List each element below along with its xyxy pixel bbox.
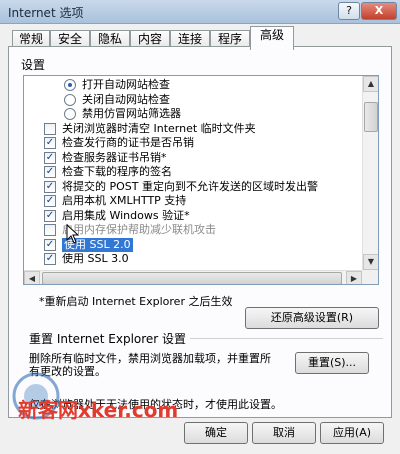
scroll-right-icon[interactable]: ▶ xyxy=(346,271,362,284)
scroll-up-icon[interactable]: ▲ xyxy=(363,76,378,92)
settings-item[interactable]: 禁用仿冒网站筛选器 xyxy=(24,107,362,121)
scroll-down-icon[interactable]: ▼ xyxy=(363,254,378,270)
horizontal-scrollbar[interactable]: ◀ ▶ xyxy=(24,270,362,284)
horizontal-scroll-thumb[interactable] xyxy=(42,272,342,284)
checkbox-checked-icon[interactable]: ✓ xyxy=(44,151,56,164)
checkbox-checked-icon[interactable]: ✓ xyxy=(44,209,56,222)
settings-item-label: 检查服务器证书吊销* xyxy=(62,150,167,164)
settings-item[interactable]: ✓ 使用 SSL 3.0 xyxy=(24,252,362,266)
restore-advanced-settings-button[interactable]: 还原高级设置(R) xyxy=(245,307,379,329)
settings-item[interactable]: ✓ 启用集成 Windows 验证* xyxy=(24,209,362,223)
tab-advanced[interactable]: 高级 xyxy=(250,26,294,50)
help-button[interactable]: ? xyxy=(338,2,360,20)
settings-item[interactable]: ✓ 检查发行商的证书是否吊销 xyxy=(24,136,362,150)
settings-item-label: 打开自动网站检查 xyxy=(82,78,170,91)
title-bar[interactable]: Internet 选项 ? X xyxy=(0,0,400,24)
settings-item[interactable]: ✓ 将提交的 POST 重定向到不允许发送的区域时发出警 xyxy=(24,180,362,194)
settings-item[interactable]: 关闭自动网站检查 xyxy=(24,93,362,107)
mouse-cursor-icon xyxy=(66,224,80,244)
watermark-text: 新客网xker.com xyxy=(18,398,179,422)
settings-item-label: 将提交的 POST 重定向到不允许发送的区域时发出警 xyxy=(62,179,318,193)
apply-button[interactable]: 应用(A) xyxy=(320,422,384,444)
window-title: Internet 选项 xyxy=(8,6,84,20)
cancel-button[interactable]: 取消 xyxy=(252,422,316,444)
settings-listbox[interactable]: 打开自动网站检查 关闭自动网站检查 禁用仿冒网站筛选器 关闭浏览器时清空 Intern… xyxy=(23,75,379,285)
settings-item-label: 启用集成 Windows 验证* xyxy=(62,208,190,222)
checkbox-checked-icon[interactable]: ✓ xyxy=(44,137,56,149)
settings-item-label: 禁用仿冒网站筛选器 xyxy=(82,107,181,120)
settings-item[interactable]: ✓ 启用本机 XMLHTTP 支持 xyxy=(24,194,362,208)
radio-icon[interactable] xyxy=(64,108,76,120)
settings-item-label: 使用 SSL 3.0 xyxy=(62,252,129,265)
settings-group-label: 设置 xyxy=(21,58,46,72)
checkbox-icon[interactable] xyxy=(44,224,56,236)
settings-item-label: 启用内存保护帮助减少联机攻击 xyxy=(62,223,216,236)
settings-item-label: 关闭自动网站检查 xyxy=(82,92,170,106)
checkbox-checked-icon[interactable]: ✓ xyxy=(44,253,56,265)
radio-selected-icon[interactable] xyxy=(64,79,76,91)
vertical-scrollbar[interactable]: ▲ ▼ xyxy=(362,76,378,270)
checkbox-checked-icon[interactable]: ✓ xyxy=(44,238,56,251)
settings-item[interactable]: ✓ 检查下载的程序的签名 xyxy=(24,165,362,179)
scroll-left-icon[interactable]: ◀ xyxy=(24,271,40,284)
close-button[interactable]: X xyxy=(361,2,397,20)
restart-note: *重新启动 Internet Explorer 之后生效 xyxy=(39,295,233,308)
scrollbar-corner xyxy=(362,270,378,284)
vertical-scroll-thumb[interactable] xyxy=(364,102,378,132)
settings-item-label: 关闭浏览器时清空 Internet 临时文件夹 xyxy=(62,121,256,135)
settings-item[interactable]: ✓ 检查服务器证书吊销* xyxy=(24,151,362,165)
checkbox-checked-icon[interactable]: ✓ xyxy=(44,195,56,207)
settings-item-label: 启用本机 XMLHTTP 支持 xyxy=(62,194,187,207)
settings-item-label: 检查发行商的证书是否吊销 xyxy=(62,136,194,149)
reset-group-title: 重置 Internet Explorer 设置 xyxy=(29,330,191,347)
checkbox-checked-icon[interactable]: ✓ xyxy=(44,166,56,178)
checkbox-checked-icon[interactable]: ✓ xyxy=(44,180,56,193)
settings-item[interactable]: 打开自动网站检查 xyxy=(24,78,362,92)
watermark: 新客网xker.com xyxy=(6,372,206,444)
checkbox-icon[interactable] xyxy=(44,122,56,135)
radio-icon[interactable] xyxy=(64,93,76,106)
settings-item-label: 检查下载的程序的签名 xyxy=(62,165,172,178)
reset-button[interactable]: 重置(S)... xyxy=(295,352,369,374)
settings-item[interactable]: 关闭浏览器时清空 Internet 临时文件夹 xyxy=(24,122,362,136)
